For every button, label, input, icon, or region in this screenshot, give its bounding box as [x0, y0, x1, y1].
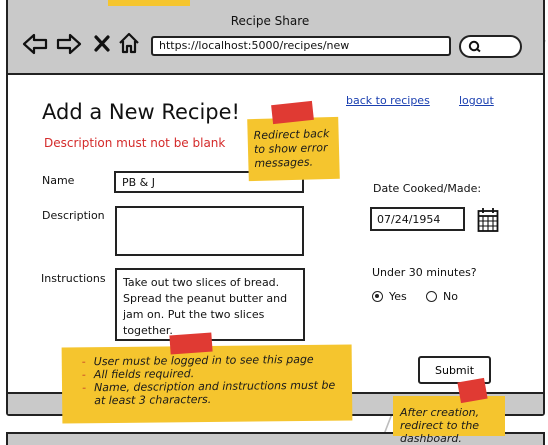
home-icon[interactable] — [117, 31, 141, 55]
instructions-label: Instructions — [41, 272, 106, 285]
redirect-note-text: Redirect back to show error messages. — [253, 127, 330, 171]
search-icon[interactable] — [468, 40, 482, 53]
rule-item: Name, description and instructions must … — [82, 379, 346, 408]
instructions-textarea[interactable]: Take out two slices of bread. Spread the… — [115, 268, 305, 341]
rules-sticky-note: User must be logged in to see this page … — [61, 344, 353, 424]
calendar-icon[interactable] — [477, 207, 499, 233]
description-textarea[interactable] — [115, 206, 304, 256]
window-title: Recipe Share — [230, 14, 310, 28]
page-title: Add a New Recipe! — [42, 100, 240, 124]
radio-unselected-icon — [426, 291, 437, 302]
date-input[interactable]: 07/24/1954 — [370, 207, 465, 231]
radio-no[interactable]: No — [426, 290, 458, 303]
description-label: Description — [42, 209, 105, 222]
logout-link[interactable]: logout — [459, 94, 494, 107]
under-30-label: Under 30 minutes? — [372, 266, 477, 279]
date-label: Date Cooked/Made: — [373, 182, 482, 195]
after-creation-sticky-note: After creation, redirect to the dashboar… — [393, 396, 505, 445]
sticky-note-fragment — [108, 0, 190, 6]
back-to-recipes-link[interactable]: back to recipes — [346, 94, 430, 107]
radio-yes[interactable]: Yes — [372, 290, 407, 303]
radio-selected-icon — [372, 291, 383, 302]
redirect-sticky-note: Redirect back to show error messages. — [247, 116, 340, 182]
radio-yes-label: Yes — [389, 290, 407, 303]
rules-list: User must be logged in to see this page … — [82, 353, 347, 408]
address-bar[interactable]: https://localhost:5000/recipes/new — [151, 36, 451, 56]
forward-arrow-icon[interactable] — [56, 33, 82, 55]
error-message: Description must not be blank — [44, 136, 226, 150]
back-arrow-icon[interactable] — [22, 33, 48, 55]
tape — [169, 332, 213, 355]
close-icon[interactable] — [94, 35, 110, 52]
name-label: Name — [42, 174, 75, 187]
radio-no-label: No — [443, 290, 458, 303]
